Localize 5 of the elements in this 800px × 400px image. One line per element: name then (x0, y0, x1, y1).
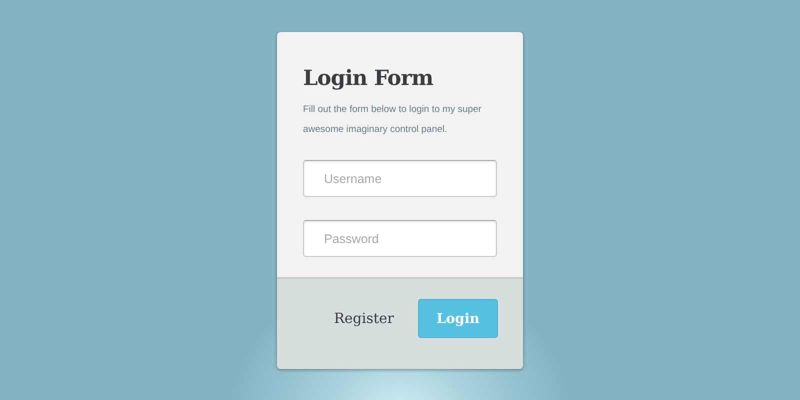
form-title: Login Form (303, 65, 434, 90)
input-field[interactable]: Username (303, 160, 497, 197)
register-link[interactable]: Register (334, 310, 394, 326)
input-field[interactable]: Password (303, 220, 497, 257)
form-description: Fill out the form below to login to my super awesome imaginary control panel. (303, 103, 482, 137)
